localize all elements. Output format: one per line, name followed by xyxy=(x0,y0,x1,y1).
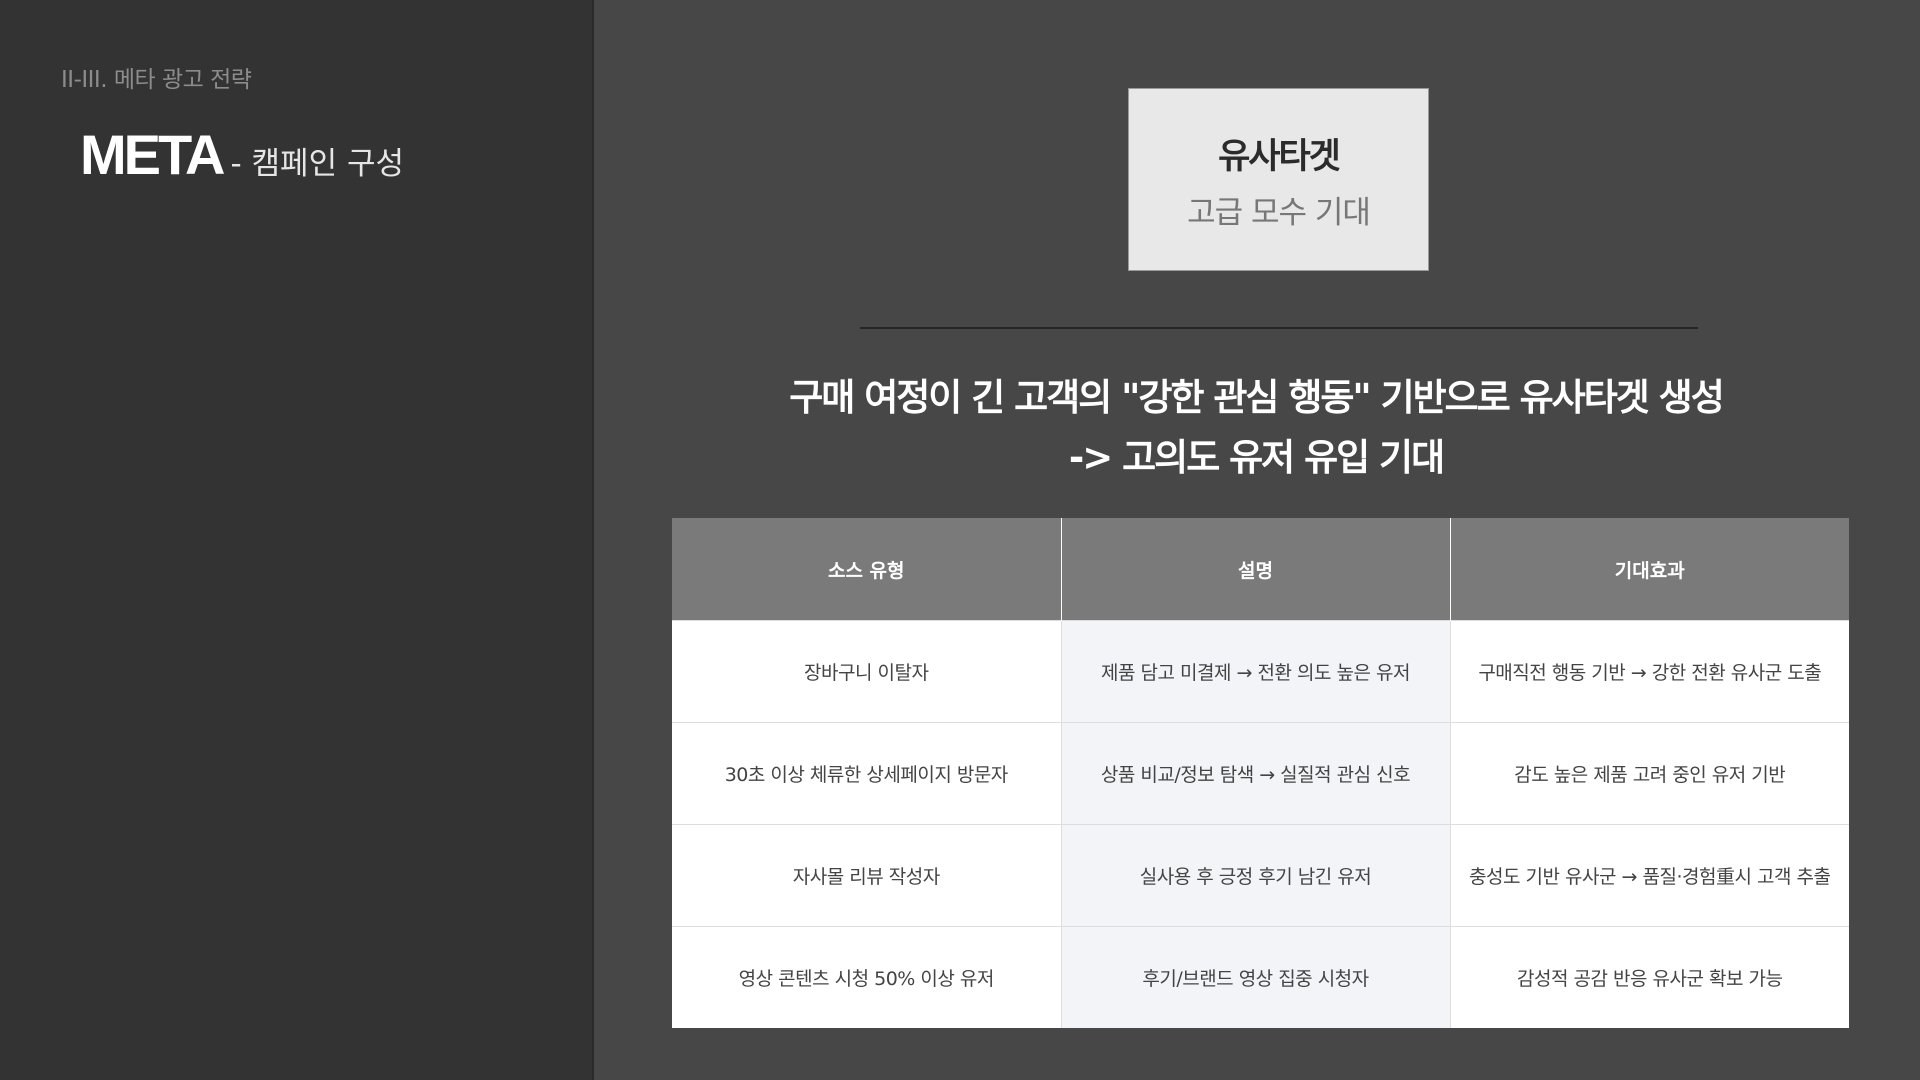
headline-line-2: -> 고의도 유저 유입 기대 xyxy=(1068,436,1445,479)
cell-description: 후기/브랜드 영상 집중 시청자 xyxy=(1060,926,1450,1028)
cell-source-type: 장바구니 이탈자 xyxy=(672,620,1061,723)
cell-expected-effect: 감도 높은 제품 고려 중인 유저 기반 xyxy=(1449,722,1849,825)
headline-line-1: 구매 여정이 긴 고객의 "강한 관심 행동" 기반으로 유사타겟 생성 xyxy=(789,376,1725,419)
cell-source-type: 30초 이상 체류한 상세페이지 방문자 xyxy=(672,722,1061,825)
target-box-title: 유사타겟 xyxy=(1218,136,1341,177)
headline: 구매 여정이 긴 고객의 "강한 관심 행동" 기반으로 유사타겟 생성 -> … xyxy=(592,368,1920,488)
cell-source-type: 자사몰 리뷰 작성자 xyxy=(672,824,1061,927)
cell-description: 제품 담고 미결제 → 전환 의도 높은 유저 xyxy=(1060,620,1450,723)
header-description: 설명 xyxy=(1060,518,1450,621)
header-source-type: 소스 유형 xyxy=(672,518,1061,621)
page-title: META - 캠페인 구성 xyxy=(80,122,404,187)
cell-description: 상품 비교/정보 탐색 → 실질적 관심 신호 xyxy=(1060,722,1450,825)
table-header-row: 소스 유형 설명 기대효과 xyxy=(672,518,1849,621)
table-row: 자사몰 리뷰 작성자 실사용 후 긍정 후기 남긴 유저 충성도 기반 유사군 … xyxy=(672,824,1849,927)
page-subtitle: - 캠페인 구성 xyxy=(230,146,405,182)
cell-expected-effect: 감성적 공감 반응 유사군 확보 가능 xyxy=(1449,926,1849,1028)
divider xyxy=(860,327,1698,329)
left-panel: II-III. 메타 광고 전략 META - 캠페인 구성 xyxy=(0,0,594,1080)
cell-source-type: 영상 콘텐츠 시청 50% 이상 유저 xyxy=(672,926,1061,1028)
cell-expected-effect: 구매직전 행동 기반 → 강한 전환 유사군 도출 xyxy=(1449,620,1849,723)
cell-expected-effect: 충성도 기반 유사군 → 품질·경험重시 고객 추출 xyxy=(1449,824,1849,927)
table-row: 영상 콘텐츠 시청 50% 이상 유저 후기/브랜드 영상 집중 시청자 감성적… xyxy=(672,926,1849,1028)
section-label: II-III. 메타 광고 전략 xyxy=(61,67,252,93)
table-row: 장바구니 이탈자 제품 담고 미결제 → 전환 의도 높은 유저 구매직전 행동… xyxy=(672,620,1849,723)
brand-title: META xyxy=(80,123,225,186)
table-row: 30초 이상 체류한 상세페이지 방문자 상품 비교/정보 탐색 → 실질적 관… xyxy=(672,722,1849,825)
source-table: 소스 유형 설명 기대효과 장바구니 이탈자 제품 담고 미결제 → 전환 의도… xyxy=(672,518,1849,1028)
cell-description: 실사용 후 긍정 후기 남긴 유저 xyxy=(1060,824,1450,927)
target-box: 유사타겟 고급 모수 기대 xyxy=(1128,88,1429,271)
target-box-subtitle: 고급 모수 기대 xyxy=(1187,194,1371,231)
header-expected-effect: 기대효과 xyxy=(1449,518,1849,621)
